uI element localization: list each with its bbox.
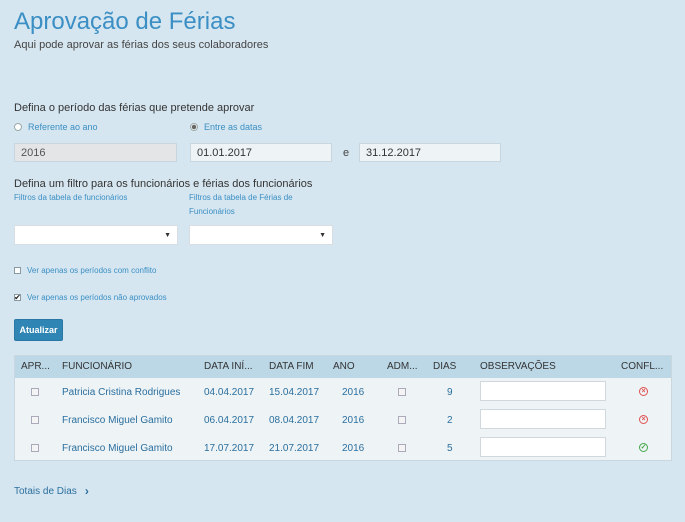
end-date: 21.07.2017 — [269, 443, 320, 454]
radio-dates-icon[interactable] — [190, 123, 198, 131]
radio-dates-label: Entre as datas — [204, 122, 263, 132]
vacation-filter-select[interactable]: ▼ — [189, 225, 333, 245]
approve-checkbox[interactable] — [31, 416, 39, 424]
employee-filter-label: Filtros da tabela de funcionários — [14, 193, 128, 202]
approve-checkbox[interactable] — [31, 444, 39, 452]
admin-checkbox[interactable] — [398, 444, 406, 452]
col-days[interactable]: DIAS — [433, 361, 456, 372]
totals-label: Totais de Dias — [14, 485, 77, 497]
year: 2016 — [342, 443, 365, 454]
only-unapproved-label: Ver apenas os períodos não aprovados — [27, 293, 167, 302]
col-admin[interactable]: ADM... — [387, 361, 418, 372]
radio-year-option[interactable]: Referente ao ano — [14, 122, 98, 132]
start-date: 06.04.2017 — [204, 415, 255, 426]
year: 2016 — [342, 415, 365, 426]
radio-year-icon[interactable] — [14, 123, 22, 131]
table-row: Francisco Miguel Gamito 06.04.2017 08.04… — [15, 406, 671, 434]
chevron-down-icon: ▼ — [164, 232, 171, 239]
radio-year-label: Referente ao ano — [28, 122, 98, 132]
employee-name: Francisco Miguel Gamito — [62, 415, 173, 426]
radio-dates-option[interactable]: Entre as datas — [190, 122, 262, 132]
col-year[interactable]: ANO — [333, 361, 355, 372]
page-subtitle: Aqui pode aprovar as férias dos seus col… — [14, 39, 269, 51]
year-input[interactable]: 2016 — [14, 143, 177, 162]
observations-input[interactable] — [480, 381, 606, 401]
date-from-input[interactable]: 01.01.2017 — [190, 143, 332, 162]
chevron-down-icon: ▼ — [319, 232, 326, 239]
col-conflict[interactable]: CONFL... — [621, 361, 663, 372]
vacation-filter-label: Filtros da tabela de Férias de Funcionár… — [189, 193, 293, 216]
chevron-right-icon: › — [84, 484, 89, 498]
approve-checkbox[interactable] — [31, 388, 39, 396]
days: 2 — [447, 415, 453, 426]
page-title: Aprovação de Férias — [14, 8, 236, 35]
col-approve[interactable]: APR... — [21, 361, 50, 372]
date-to-input[interactable]: 31.12.2017 — [359, 143, 501, 162]
end-date: 08.04.2017 — [269, 415, 320, 426]
only-unapproved-checkbox[interactable]: ✔ — [14, 294, 21, 302]
admin-checkbox[interactable] — [398, 388, 406, 396]
start-date: 17.07.2017 — [204, 443, 255, 454]
vacation-table: APR... FUNCIONÁRIO DATA INÍ... DATA FIM … — [14, 355, 672, 461]
employee-name: Francisco Miguel Gamito — [62, 443, 173, 454]
period-section-label: Defina o período das férias que pretende… — [14, 102, 255, 114]
date-separator: e — [343, 147, 350, 159]
table-row: Francisco Miguel Gamito 17.07.2017 21.07… — [15, 434, 671, 462]
observations-input[interactable] — [480, 437, 606, 457]
col-end-date[interactable]: DATA FIM — [269, 361, 314, 372]
only-conflicts-label: Ver apenas os períodos com conflito — [27, 266, 157, 275]
table-header: APR... FUNCIONÁRIO DATA INÍ... DATA FIM … — [15, 356, 671, 378]
employee-name: Patricia Cristina Rodrigues — [62, 387, 181, 398]
admin-checkbox[interactable] — [398, 416, 406, 424]
only-conflicts-option[interactable]: Ver apenas os períodos com conflito — [14, 266, 156, 275]
filter-section-label: Defina um filtro para os funcionários e … — [14, 178, 313, 190]
conflict-icon: × — [639, 387, 648, 396]
observations-input[interactable] — [480, 409, 606, 429]
col-observations[interactable]: OBSERVAÇÕES — [480, 361, 556, 372]
totals-link[interactable]: Totais de Dias › — [14, 484, 89, 498]
start-date: 04.04.2017 — [204, 387, 255, 398]
days: 9 — [447, 387, 453, 398]
conflict-icon: × — [639, 415, 648, 424]
days: 5 — [447, 443, 453, 454]
table-row: Patricia Cristina Rodrigues 04.04.2017 1… — [15, 378, 671, 406]
end-date: 15.04.2017 — [269, 387, 320, 398]
only-unapproved-option[interactable]: ✔ Ver apenas os períodos não aprovados — [14, 293, 167, 302]
update-button[interactable]: Atualizar — [14, 319, 63, 341]
col-start-date[interactable]: DATA INÍ... — [204, 361, 253, 372]
check-circle-icon: ✓ — [639, 443, 648, 452]
only-conflicts-checkbox[interactable] — [14, 267, 21, 274]
col-employee[interactable]: FUNCIONÁRIO — [62, 361, 132, 372]
employee-filter-select[interactable]: ▼ — [14, 225, 178, 245]
year: 2016 — [342, 387, 365, 398]
